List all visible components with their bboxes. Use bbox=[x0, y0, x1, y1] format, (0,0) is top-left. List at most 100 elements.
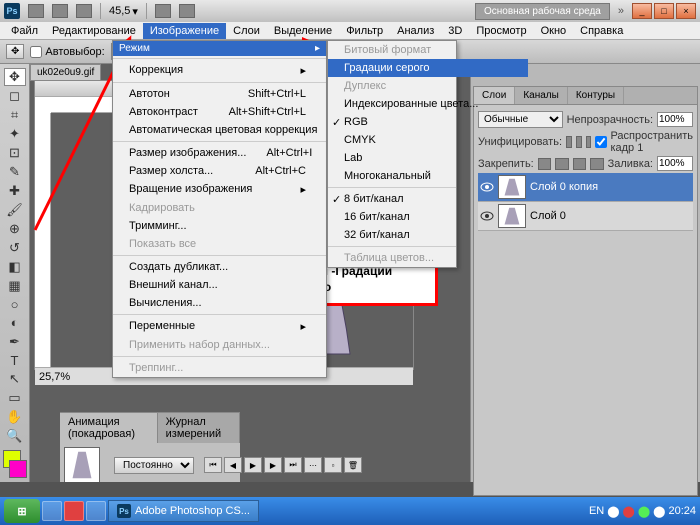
paths-tab[interactable]: Контуры bbox=[568, 87, 624, 104]
mode-lab[interactable]: Lab bbox=[328, 149, 528, 167]
menu-view[interactable]: Просмотр bbox=[469, 23, 533, 39]
clock[interactable]: 20:24 bbox=[668, 505, 696, 517]
mode-rgb[interactable]: ✓RGB bbox=[328, 113, 528, 131]
blur-tool[interactable]: ○ bbox=[4, 296, 26, 313]
unify-vis-icon[interactable] bbox=[576, 136, 582, 148]
menu-3d[interactable]: 3D bbox=[441, 23, 469, 39]
tray-icon-1[interactable]: ⬤ bbox=[607, 505, 619, 518]
menu-calculations[interactable]: Вычисления... bbox=[113, 294, 326, 312]
opacity-input[interactable] bbox=[657, 112, 693, 127]
menu-mode[interactable]: Режим bbox=[113, 41, 326, 56]
menu-window[interactable]: Окно bbox=[534, 23, 574, 39]
autoselect-check[interactable]: Автовыбор: bbox=[30, 46, 104, 58]
menu-file[interactable]: Файл bbox=[4, 23, 45, 39]
minibridge-icon[interactable] bbox=[52, 4, 68, 18]
document-tab[interactable]: uk02e0u9.gif bbox=[30, 64, 101, 81]
eraser-tool[interactable]: ◧ bbox=[4, 258, 26, 276]
tray-icon-3[interactable]: ⬤ bbox=[638, 505, 650, 518]
play-button[interactable]: ▶ bbox=[244, 457, 262, 473]
tray-icon-4[interactable]: ⬤ bbox=[653, 505, 665, 518]
workspace-button[interactable]: Основная рабочая среда bbox=[475, 3, 610, 20]
menu-trim[interactable]: Тримминг... bbox=[113, 217, 326, 235]
mode-multichannel[interactable]: Многоканальный bbox=[328, 167, 528, 185]
menu-autocolor[interactable]: Автоматическая цветовая коррекцияShift+C… bbox=[113, 121, 326, 139]
menu-help[interactable]: Справка bbox=[573, 23, 630, 39]
mode-indexed[interactable]: Индексированные цвета... bbox=[328, 95, 528, 113]
next-frame-button[interactable]: ▶ bbox=[264, 457, 282, 473]
mode-cmyk[interactable]: CMYK bbox=[328, 131, 528, 149]
menu-correction[interactable]: Коррекция bbox=[113, 61, 326, 80]
taskbar-photoshop[interactable]: Ps Adobe Photoshop CS... bbox=[108, 500, 259, 522]
dodge-tool[interactable]: ◐ bbox=[4, 314, 26, 331]
propagate-check[interactable]: Распространить кадр 1 bbox=[595, 130, 693, 154]
last-frame-button[interactable]: ⏭ bbox=[284, 457, 302, 473]
animation-frame-1[interactable] bbox=[64, 447, 100, 482]
mode-32bit[interactable]: 32 бит/канал bbox=[328, 226, 528, 244]
menu-autotone[interactable]: АвтотонShift+Ctrl+L bbox=[113, 85, 326, 103]
zoom-select[interactable]: 45,5 ▾ bbox=[109, 5, 138, 18]
type-tool[interactable]: T bbox=[4, 352, 26, 369]
start-button[interactable]: ⊞ bbox=[4, 499, 40, 523]
unify-pos-icon[interactable] bbox=[566, 136, 572, 148]
eyedropper-tool[interactable]: ✎ bbox=[4, 163, 26, 181]
close-button[interactable]: × bbox=[676, 3, 696, 19]
color-swatches[interactable] bbox=[3, 450, 27, 478]
move-tool-icon[interactable]: ✥ bbox=[6, 44, 24, 59]
lock-position-icon[interactable] bbox=[573, 158, 586, 170]
first-frame-button[interactable]: ⏮ bbox=[204, 457, 222, 473]
menu-select[interactable]: Выделение bbox=[267, 23, 339, 39]
mode-16bit[interactable]: 16 бит/канал bbox=[328, 208, 528, 226]
history-brush-tool[interactable]: ↺ bbox=[4, 239, 26, 257]
hand-tool[interactable]: ✋ bbox=[4, 408, 26, 426]
menu-image[interactable]: Изображение bbox=[143, 23, 226, 39]
lock-all-icon[interactable] bbox=[590, 158, 603, 170]
unify-style-icon[interactable] bbox=[586, 136, 592, 148]
lang-indicator[interactable]: EN bbox=[589, 505, 604, 517]
more-icon[interactable]: » bbox=[618, 5, 624, 17]
new-frame-button[interactable]: ▫ bbox=[324, 457, 342, 473]
menu-image-size[interactable]: Размер изображения...Alt+Ctrl+I bbox=[113, 144, 326, 162]
tray-icon-2[interactable]: ⬤ bbox=[623, 505, 635, 518]
stamp-tool[interactable]: ⊕ bbox=[4, 220, 26, 238]
pen-tool[interactable]: ✒ bbox=[4, 333, 26, 351]
screen-mode-icon[interactable] bbox=[76, 4, 92, 18]
minimize-button[interactable]: _ bbox=[632, 3, 652, 19]
quicklaunch-1[interactable] bbox=[42, 501, 62, 521]
menu-filter[interactable]: Фильтр bbox=[339, 23, 390, 39]
menu-autocontrast[interactable]: АвтоконтрастAlt+Shift+Ctrl+L bbox=[113, 103, 326, 121]
fill-input[interactable] bbox=[657, 156, 693, 171]
lasso-tool[interactable]: ⌗ bbox=[4, 106, 26, 124]
zoom-tool[interactable]: 🔍 bbox=[4, 427, 26, 445]
lock-pixels-icon[interactable] bbox=[555, 158, 568, 170]
prev-frame-button[interactable]: ◀ bbox=[224, 457, 242, 473]
brush-tool[interactable]: 🖌 bbox=[4, 201, 26, 219]
heal-tool[interactable]: ✚ bbox=[4, 182, 26, 200]
path-tool[interactable]: ↖ bbox=[4, 370, 26, 388]
move-tool[interactable]: ✥ bbox=[4, 68, 26, 86]
menu-external-channel[interactable]: Внешний канал... bbox=[113, 276, 326, 294]
measurement-log-tab[interactable]: Журнал измерений bbox=[158, 413, 240, 443]
quicklaunch-opera[interactable] bbox=[64, 501, 84, 521]
animation-tab[interactable]: Анимация (покадровая) bbox=[60, 413, 158, 443]
gradient-tool[interactable]: ▦ bbox=[4, 277, 26, 295]
lock-transparent-icon[interactable] bbox=[538, 158, 551, 170]
menu-canvas-size[interactable]: Размер холста...Alt+Ctrl+C bbox=[113, 162, 326, 180]
menu-layers[interactable]: Слои bbox=[226, 23, 267, 39]
menu-variables[interactable]: Переменные bbox=[113, 317, 326, 336]
marquee-tool[interactable]: ◻ bbox=[4, 87, 26, 105]
menu-rotate[interactable]: Вращение изображения bbox=[113, 180, 326, 199]
menu-duplicate[interactable]: Создать дубликат... bbox=[113, 258, 326, 276]
shape-tool[interactable]: ▭ bbox=[4, 389, 26, 407]
tween-button[interactable]: ⋯ bbox=[304, 457, 322, 473]
delete-frame-button[interactable]: 🗑 bbox=[344, 457, 362, 473]
arrange-icon[interactable] bbox=[179, 4, 195, 18]
maximize-button[interactable]: □ bbox=[654, 3, 674, 19]
hand-icon[interactable] bbox=[155, 4, 171, 18]
bridge-icon[interactable] bbox=[28, 4, 44, 18]
crop-tool[interactable]: ⊡ bbox=[4, 144, 26, 162]
background-color[interactable] bbox=[9, 460, 27, 478]
menu-analysis[interactable]: Анализ bbox=[390, 23, 441, 39]
mode-8bit[interactable]: ✓8 бит/канал bbox=[328, 190, 528, 208]
quicklaunch-3[interactable] bbox=[86, 501, 106, 521]
loop-select[interactable]: Постоянно bbox=[114, 457, 194, 474]
